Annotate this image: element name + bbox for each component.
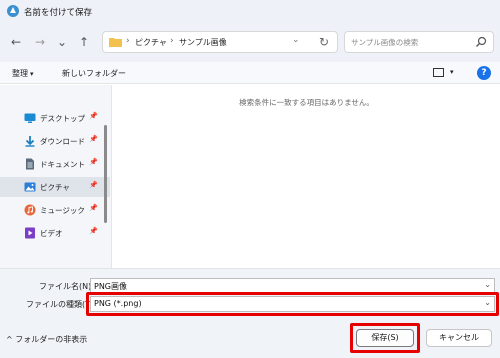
search-box[interactable] xyxy=(344,31,494,53)
view-options-icon[interactable] xyxy=(433,68,444,77)
pin-icon[interactable]: 📌 xyxy=(89,181,98,189)
hide-folders-button[interactable]: ^ フォルダーの非表示 xyxy=(6,334,87,345)
download-icon xyxy=(25,136,35,147)
help-icon[interactable]: ? xyxy=(477,66,491,80)
view-caret-icon[interactable]: ▾ xyxy=(450,68,454,76)
sidebar-item-videos[interactable]: ビデオ 📌 xyxy=(0,223,110,243)
sidebar-item-label: ビデオ xyxy=(40,229,63,238)
file-list-area[interactable]: 検索条件に一致する項目はありません。 xyxy=(113,85,500,268)
documents-icon xyxy=(26,158,34,170)
chevron-up-icon: ^ xyxy=(6,335,13,344)
sidebar-item-pictures[interactable]: ピクチャ 📌 xyxy=(0,177,110,197)
pin-icon[interactable]: 📌 xyxy=(89,227,98,235)
filename-label: ファイル名(N): xyxy=(39,282,94,291)
sidebar-item-desktop[interactable]: デスクトップ 📌 xyxy=(0,108,110,128)
desktop-icon xyxy=(24,113,36,123)
sidebar-item-label: ミュージック xyxy=(40,206,85,215)
search-icon[interactable] xyxy=(475,36,487,48)
app-icon xyxy=(7,5,19,17)
pictures-icon xyxy=(24,182,36,192)
recent-locations-button[interactable]: ⌄ xyxy=(52,32,72,52)
sidebar-item-label: デスクトップ xyxy=(40,114,85,123)
sidebar-item-label: ドキュメント xyxy=(40,160,85,169)
breadcrumb-separator: › xyxy=(126,36,130,46)
sidebar-item-music[interactable]: ミュージック 📌 xyxy=(0,200,110,220)
pin-icon[interactable]: 📌 xyxy=(89,135,98,143)
breadcrumb-separator: › xyxy=(170,36,174,46)
sidebar-item-label: ダウンロード xyxy=(40,137,85,146)
hide-folders-label: フォルダーの非表示 xyxy=(15,335,88,344)
pin-icon[interactable]: 📌 xyxy=(89,112,98,120)
back-button[interactable]: ← xyxy=(6,32,26,52)
refresh-icon[interactable]: ↻ xyxy=(313,31,335,53)
forward-button[interactable]: → xyxy=(30,32,50,52)
command-bar: 整理 ▾ 新しいフォルダー ▾ ? xyxy=(0,62,500,84)
address-bar[interactable]: › ピクチャ › サンプル画像 ⌄ xyxy=(102,31,338,53)
sidebar-item-documents[interactable]: ドキュメント 📌 xyxy=(0,154,110,174)
sidebar-item-label: ピクチャ xyxy=(40,183,70,192)
folder-icon xyxy=(109,38,122,47)
navigation-bar: ← → ⌄ ↑ › ピクチャ › サンプル画像 ⌄ ↻ xyxy=(0,22,500,62)
search-input[interactable] xyxy=(351,35,469,49)
filetype-highlight-box xyxy=(86,292,499,316)
save-highlight-box xyxy=(350,323,420,353)
up-button[interactable]: ↑ xyxy=(74,32,94,52)
breadcrumb-pictures[interactable]: ピクチャ xyxy=(135,37,167,48)
breadcrumb-sample-images[interactable]: サンプル画像 xyxy=(179,37,227,48)
navigation-pane: デスクトップ 📌 ダウンロード 📌 ドキュメント 📌 ピクチャ 📌 ミュージック… xyxy=(0,85,112,268)
cancel-button[interactable]: キャンセル xyxy=(426,329,492,347)
sidebar-item-downloads[interactable]: ダウンロード 📌 xyxy=(0,131,110,151)
pin-icon[interactable]: 📌 xyxy=(89,204,98,212)
filename-value: PNG画像 xyxy=(94,282,128,291)
music-icon xyxy=(24,204,36,216)
title-bar: 名前を付けて保存 xyxy=(0,0,500,22)
filename-dropdown-icon[interactable]: ⌄ xyxy=(484,280,491,289)
organize-button[interactable]: 整理 ▾ xyxy=(12,68,34,79)
videos-icon xyxy=(25,227,35,239)
new-folder-button[interactable]: 新しいフォルダー xyxy=(62,68,126,79)
empty-state-message: 検索条件に一致する項目はありません。 xyxy=(239,98,374,107)
address-dropdown-icon[interactable]: ⌄ xyxy=(292,35,300,45)
pin-icon[interactable]: 📌 xyxy=(89,158,98,166)
window-title: 名前を付けて保存 xyxy=(24,8,93,18)
organize-caret-icon: ▾ xyxy=(30,70,34,78)
sidebar-scrollbar[interactable] xyxy=(104,125,107,223)
organize-label: 整理 xyxy=(12,69,28,78)
